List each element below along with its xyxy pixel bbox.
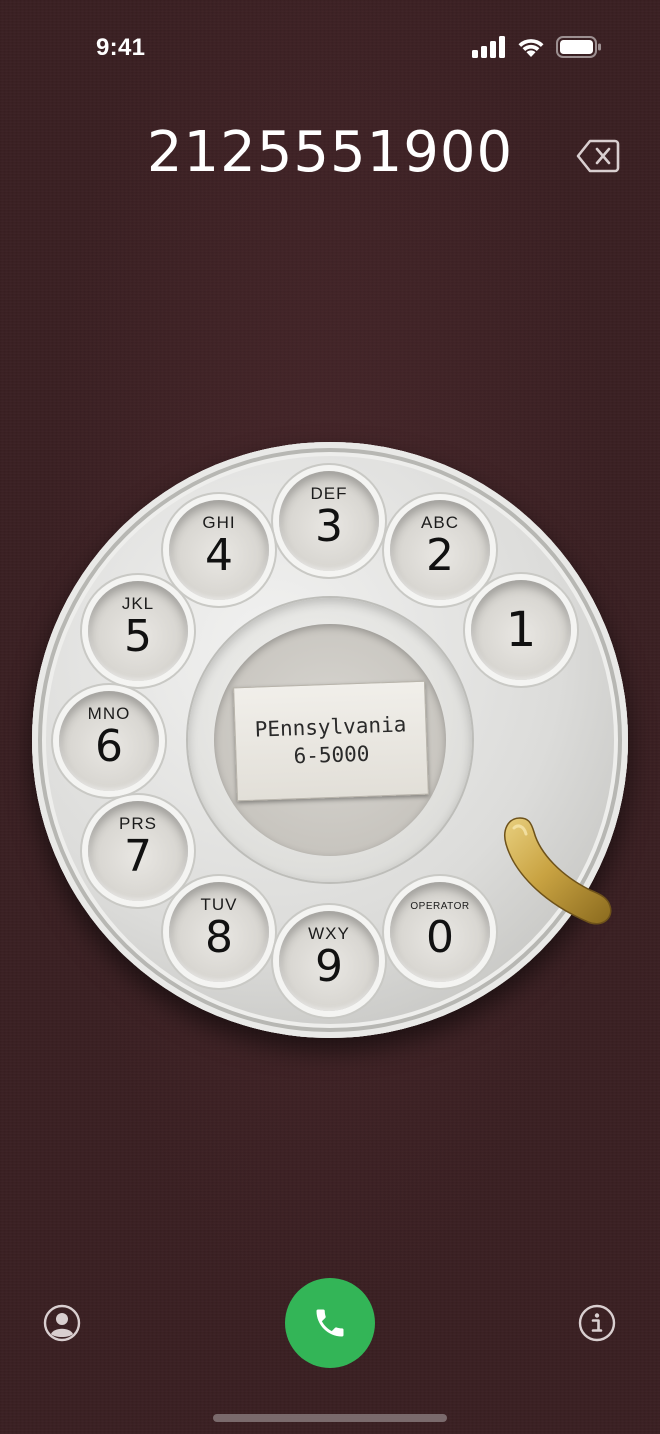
dial-hole-2[interactable]: ABC 2 — [390, 500, 490, 600]
home-indicator — [213, 1414, 447, 1422]
finger-stop-icon — [504, 817, 612, 925]
delete-left-icon — [576, 139, 620, 173]
number-card: PEnnsylvania 6-5000 — [233, 680, 429, 802]
finger-stop — [498, 810, 624, 940]
call-button[interactable] — [285, 1278, 375, 1368]
dial-digit: 8 — [205, 912, 233, 963]
person-circle-icon — [43, 1304, 81, 1342]
dial-hole-5[interactable]: JKL 5 — [88, 581, 188, 681]
dial-digit: 1 — [505, 602, 537, 658]
info-button[interactable] — [578, 1304, 616, 1342]
dial-digit: 6 — [95, 721, 123, 772]
dial-hole-0[interactable]: OPERATOR 0 — [390, 882, 490, 982]
dial-hole-9[interactable]: WXY 9 — [279, 911, 379, 1011]
dial-hole-4[interactable]: GHI 4 — [169, 500, 269, 600]
status-bar: 9:41 — [0, 0, 660, 96]
status-time: 9:41 — [96, 34, 146, 61]
backspace-button[interactable] — [576, 138, 620, 174]
dial-hole-8[interactable]: TUV 8 — [169, 882, 269, 982]
dial-hole-7[interactable]: PRS 7 — [88, 801, 188, 901]
dial-letters: OPERATOR — [410, 901, 470, 912]
status-icons — [472, 36, 602, 58]
card-exchange: PEnnsylvania — [254, 712, 407, 742]
dial-digit: 5 — [124, 611, 152, 662]
dialed-number: 2125551900 — [146, 120, 514, 185]
dial-digit: 9 — [315, 941, 343, 992]
dial-hole-1[interactable]: 1 — [471, 580, 571, 680]
dial-digit: 0 — [426, 912, 454, 963]
dial-digit: 7 — [124, 831, 152, 882]
dial-hole-6[interactable]: MNO 6 — [59, 691, 159, 791]
cellular-signal-icon — [472, 36, 505, 58]
dial-digit: 3 — [315, 501, 343, 552]
contacts-button[interactable] — [43, 1304, 81, 1342]
dial-hole-3[interactable]: DEF 3 — [279, 471, 379, 571]
dial-digit: 4 — [205, 530, 233, 581]
info-circle-icon — [578, 1304, 616, 1342]
card-number: 6-5000 — [293, 741, 370, 769]
phone-icon — [316, 1309, 344, 1337]
battery-icon — [556, 36, 601, 58]
wifi-icon — [518, 39, 544, 57]
dial-digit: 2 — [426, 530, 454, 581]
